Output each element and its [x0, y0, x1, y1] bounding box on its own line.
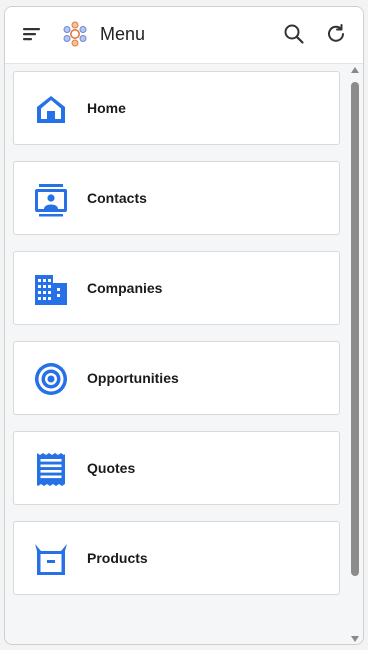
target-icon [33, 361, 69, 397]
header-bar: Menu [5, 7, 363, 64]
search-icon[interactable] [281, 21, 307, 47]
menu-item-contacts[interactable]: Contacts [13, 161, 340, 235]
app-window: Menu Home Contacts Companies Opportuniti… [4, 6, 364, 645]
menu-item-opportunities[interactable]: Opportunities [13, 341, 340, 415]
menu-item-quotes[interactable]: Quotes [13, 431, 340, 505]
menu-item-label: Contacts [87, 190, 147, 206]
page-title: Menu [100, 24, 146, 44]
box-icon [33, 541, 69, 577]
contact-icon [33, 181, 69, 217]
scroll-up-arrow-icon[interactable] [351, 67, 359, 73]
menu-item-label: Companies [87, 280, 163, 296]
building-icon [33, 271, 69, 307]
home-icon [33, 91, 69, 127]
scrollbar[interactable] [349, 67, 361, 644]
menu-item-companies[interactable]: Companies [13, 251, 340, 325]
menu-item-label: Quotes [87, 460, 136, 476]
menu-item-label: Products [87, 550, 148, 566]
refresh-icon[interactable] [323, 21, 349, 47]
menu-item-label: Home [87, 100, 126, 116]
menu-item-label: Opportunities [87, 370, 179, 386]
receipt-icon [33, 451, 69, 487]
menu-item-products[interactable]: Products [13, 521, 340, 595]
scrollbar-thumb[interactable] [351, 82, 359, 576]
menu-item-home[interactable]: Home [13, 71, 340, 145]
salesforce-app-icon [62, 21, 88, 47]
scroll-down-arrow-icon[interactable] [351, 636, 359, 642]
menu-list: Home Contacts Companies Opportunities Qu… [13, 71, 341, 611]
hamburger-icon[interactable] [19, 21, 45, 47]
